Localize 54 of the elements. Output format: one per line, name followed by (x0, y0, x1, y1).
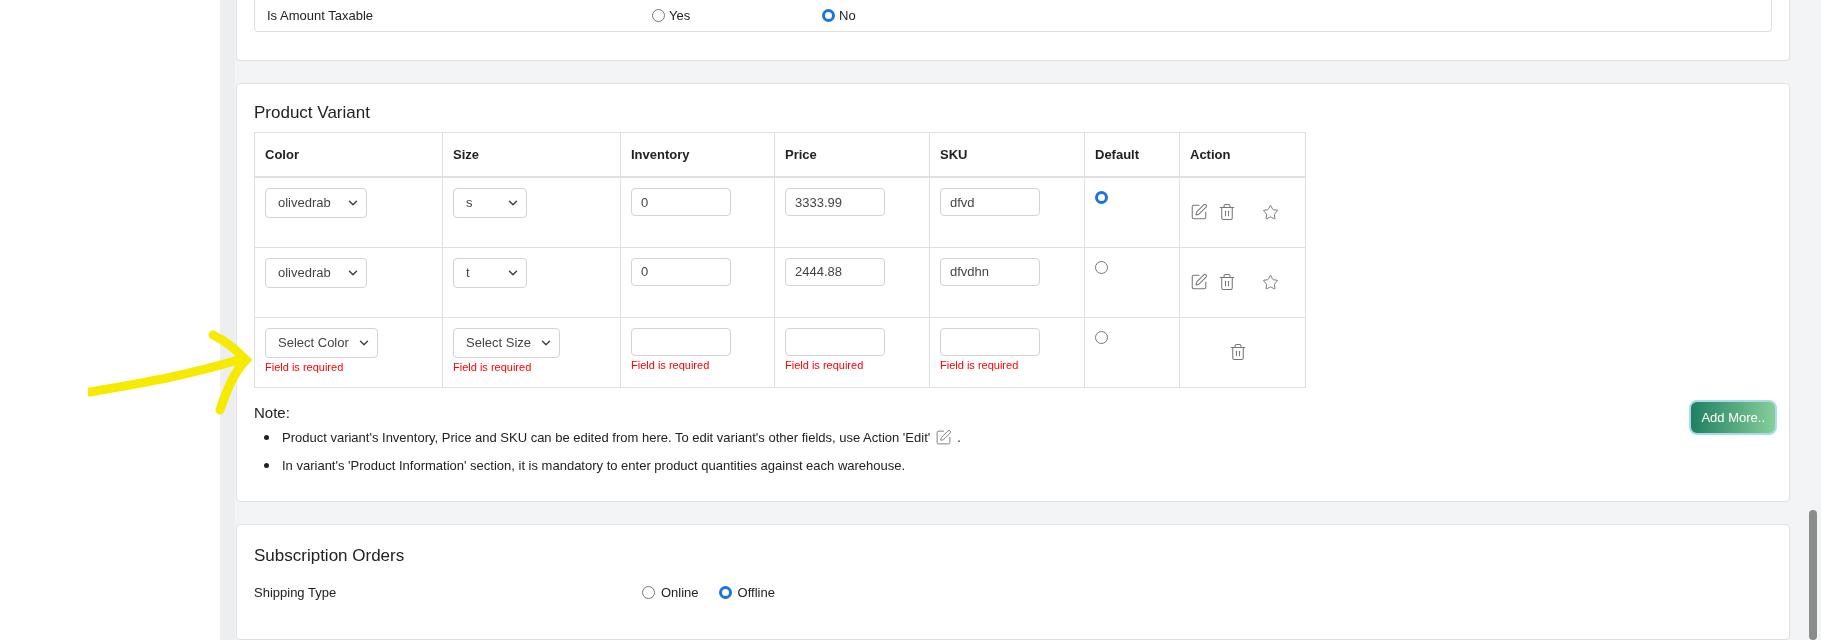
column-header: Price (774, 132, 930, 177)
edit-icon (935, 429, 953, 447)
edit-icon[interactable] (1190, 273, 1208, 291)
radio-label: Offline (737, 583, 775, 602)
select-field[interactable]: olivedrab (265, 257, 367, 288)
input-field[interactable] (940, 327, 1040, 356)
field-label: Shipping Type (254, 583, 338, 602)
radio-label: Online (661, 583, 699, 602)
delete-icon[interactable] (1228, 343, 1247, 361)
input-field[interactable]: dfvdhn (940, 257, 1040, 286)
delete-icon[interactable] (1218, 203, 1236, 222)
delete-icon[interactable] (1218, 273, 1236, 291)
input-field[interactable]: 2444.88 (785, 257, 885, 286)
note-text: Product variant's Inventory, Price and SKU can be edited from here. To edit variant's other fields, use Action 'Edit' (282, 429, 931, 447)
radio-label: Yes (669, 6, 691, 25)
select-field[interactable]: s (453, 188, 527, 218)
error-text: Field is required (631, 357, 711, 373)
scrollbar-thumb[interactable] (1809, 510, 1817, 640)
field-label: Is Amount Taxable (267, 6, 374, 25)
note-title: Note: (254, 402, 290, 423)
select-field[interactable]: t (453, 257, 527, 288)
input-field[interactable]: dfvd (940, 188, 1040, 216)
bullet-icon (264, 462, 269, 468)
default-radio[interactable] (1095, 191, 1108, 204)
error-text: Field is required (265, 359, 345, 375)
section-title: Subscription Orders (254, 545, 406, 567)
input-field[interactable] (785, 327, 885, 356)
error-text: Field is required (940, 357, 1020, 373)
input-field[interactable]: 0 (631, 257, 731, 286)
error-text: Field is required (453, 359, 533, 375)
select-field[interactable]: olivedrab (265, 188, 367, 218)
radio-button[interactable] (822, 9, 835, 22)
select-field[interactable]: Select Color (265, 327, 378, 358)
note-text: In variant's 'Product Information' section, it is mandatory to enter product quantities against each warehouse. (282, 456, 906, 475)
star-icon[interactable] (1262, 203, 1279, 221)
column-header: Default (1084, 132, 1180, 177)
input-field[interactable]: 3333.99 (785, 188, 885, 216)
column-header: Inventory (620, 132, 775, 177)
column-header: Action (1179, 132, 1306, 177)
input-field[interactable] (631, 327, 731, 356)
radio-label: No (839, 6, 856, 25)
radio-button[interactable] (718, 585, 732, 599)
star-icon[interactable] (1262, 273, 1279, 291)
select-field[interactable]: Select Size (453, 327, 561, 358)
edit-icon[interactable] (1190, 203, 1208, 222)
column-header: Size (442, 132, 621, 177)
input-field[interactable]: 0 (631, 188, 731, 216)
add-more-button[interactable]: Add More.. (1689, 400, 1777, 435)
column-header: SKU (929, 132, 1085, 177)
bullet-icon (264, 435, 269, 441)
note-text: . (957, 429, 961, 447)
error-text: Field is required (785, 357, 865, 373)
section-title: Product Variant (254, 102, 371, 124)
column-header: Color (254, 132, 443, 177)
